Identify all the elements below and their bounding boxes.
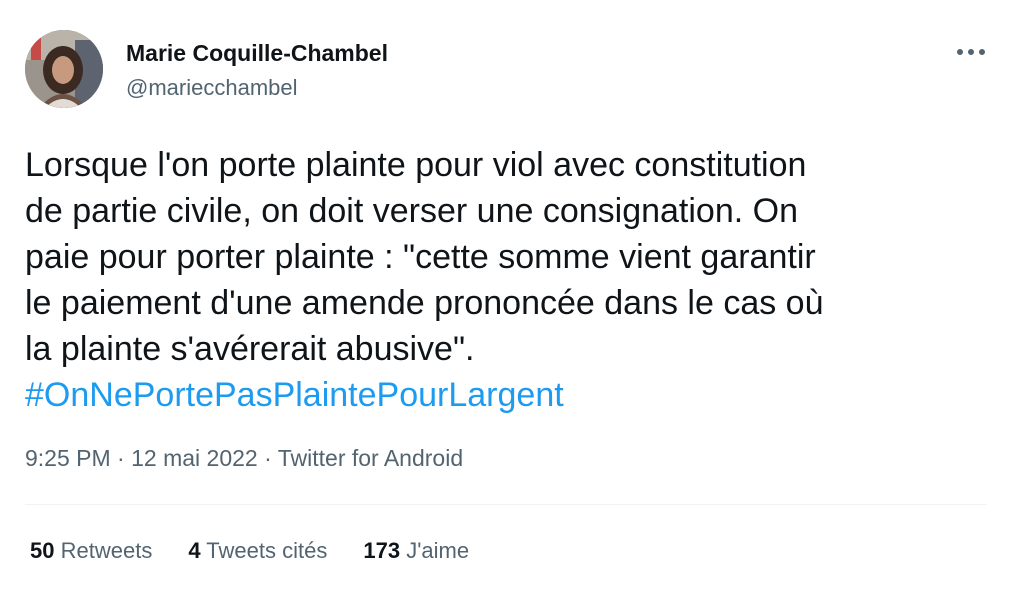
meta-separator: · (117, 445, 125, 471)
tweet-text: Lorsque l'on porte plainte pour viol ave… (25, 146, 824, 368)
more-options-button[interactable] (950, 34, 992, 70)
tweet-time-link[interactable]: 9:25 PM (25, 445, 111, 471)
divider (25, 504, 987, 505)
more-horizontal-icon (957, 49, 985, 55)
quotes-count: 4 (188, 538, 201, 563)
tweet-stats: 50 Retweets 4 Tweets cités 173 J'aime (30, 538, 469, 564)
hashtag-link[interactable]: #OnNePortePasPlaintePourLargent (25, 372, 564, 418)
retweets-label: Retweets (60, 538, 153, 563)
likes-label: J'aime (406, 538, 470, 563)
avatar[interactable] (25, 30, 103, 108)
author-name[interactable]: Marie Coquille-Chambel (126, 40, 388, 67)
quotes-label: Tweets cités (206, 538, 328, 563)
retweets-count: 50 (30, 538, 55, 563)
tweet-date-link[interactable]: 12 mai 2022 (131, 445, 258, 471)
likes-stat[interactable]: 173 J'aime (363, 538, 469, 564)
quote-tweets-stat[interactable]: 4 Tweets cités (188, 538, 327, 564)
profile-photo-icon (25, 30, 103, 108)
retweets-stat[interactable]: 50 Retweets (30, 538, 152, 564)
likes-count: 173 (363, 538, 401, 563)
tweet-card: Marie Coquille-Chambel @mariecchambel Lo… (0, 0, 1012, 590)
tweet-metadata: 9:25 PM · 12 mai 2022 · Twitter for Andr… (25, 445, 463, 472)
author-handle[interactable]: @mariecchambel (126, 75, 298, 101)
meta-separator: · (264, 445, 272, 471)
tweet-source-link[interactable]: Twitter for Android (278, 445, 463, 471)
